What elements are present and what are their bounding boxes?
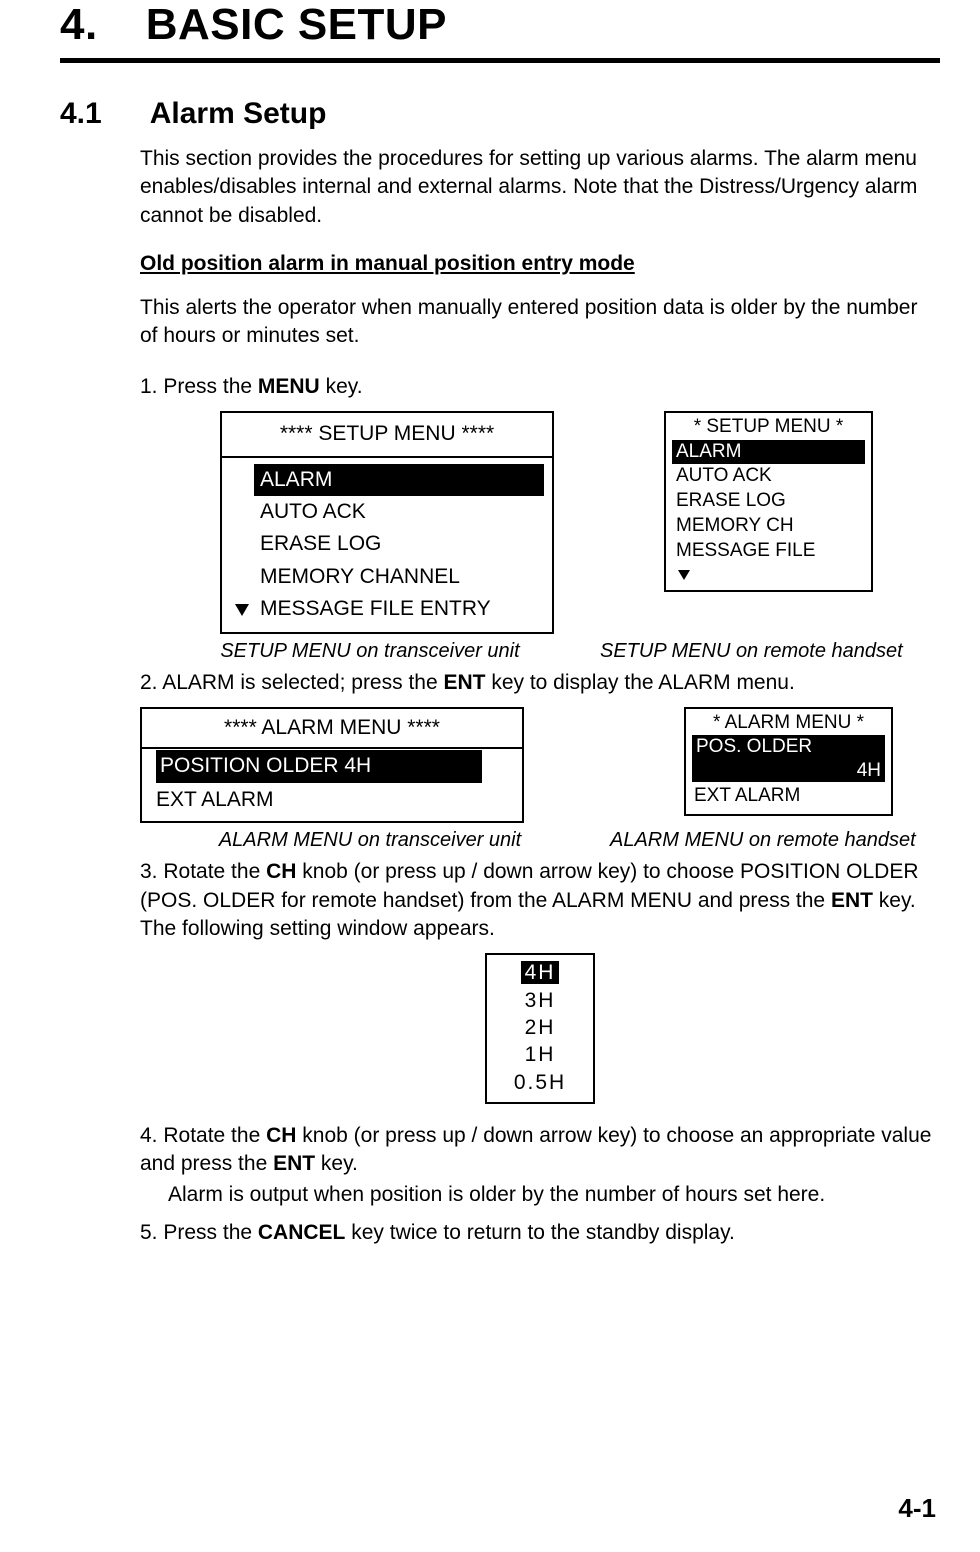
alarm-big-ext-alarm: EXT ALARM [156, 788, 274, 811]
hours-option-2h: 2H [525, 1016, 556, 1039]
step-2-text-c: key to display the ALARM menu. [485, 671, 794, 694]
menu-key-label: MENU [258, 375, 320, 398]
caption-setup-handset: SETUP MENU on remote handset [600, 640, 940, 663]
section-intro: This section provides the procedures for… [140, 145, 940, 230]
setup-big-item-autoack: AUTO ACK [254, 496, 544, 528]
step-4-note: Alarm is output when position is older b… [140, 1181, 940, 1209]
hours-option-3h: 3H [525, 989, 556, 1012]
hours-option-1h: 1H [525, 1043, 556, 1066]
setup-small-item-autoack: AUTO ACK [672, 464, 776, 489]
setup-big-item-eraselog: ERASE LOG [254, 528, 544, 560]
alarm-small-ext-alarm: EXT ALARM [686, 784, 891, 808]
step-4-text-a: 4. Rotate the [140, 1124, 266, 1147]
ent-key-label: ENT [443, 671, 485, 694]
step-5-text-c: key twice to return to the standby displ… [345, 1221, 734, 1244]
setup-big-item-memch: MEMORY CHANNEL [254, 561, 544, 593]
step-5-text-a: 5. Press the [140, 1221, 258, 1244]
ent-key-label-3: ENT [273, 1152, 315, 1175]
scroll-down-icon [235, 604, 249, 616]
step-1-text-a: 1. Press the [140, 375, 258, 398]
chapter-title: BASIC SETUP [146, 0, 447, 50]
section-title: Alarm Setup [150, 97, 327, 131]
setup-menu-handset-screen: * SETUP MENU * ALARM AUTO ACK ERASE LOG … [664, 411, 873, 592]
hours-option-0-5h: 0.5H [514, 1071, 566, 1094]
alarm-menu-transceiver-screen: **** ALARM MENU **** POSITION OLDER 4H E… [140, 707, 524, 823]
setup-big-item-alarm: ALARM [254, 464, 544, 496]
hours-option-4h: 4H [521, 961, 560, 984]
step-3: 3. Rotate the CH knob (or press up / dow… [140, 858, 940, 943]
setup-big-item-msgfile: MESSAGE FILE ENTRY [254, 593, 544, 625]
ent-key-label-2: ENT [831, 889, 873, 912]
caption-alarm-handset: ALARM MENU on remote handset [610, 829, 940, 852]
alarm-small-pos-older: POS. OLDER [696, 735, 881, 759]
chapter-rule [60, 58, 940, 63]
alarm-small-header: * ALARM MENU * [686, 711, 891, 735]
step-4: 4. Rotate the CH knob (or press up / dow… [140, 1122, 940, 1179]
setup-small-item-eraselog: ERASE LOG [672, 489, 790, 514]
alarm-small-pos-older-value: 4H [696, 759, 881, 783]
setup-small-item-memch: MEMORY CH [672, 514, 798, 539]
hours-selector-screen: 4H 3H 2H 1H 0.5H [485, 953, 595, 1103]
alarm-big-header: **** ALARM MENU **** [142, 709, 522, 747]
alarm-menu-handset-screen: * ALARM MENU * POS. OLDER 4H EXT ALARM [684, 707, 893, 816]
setup-menu-big-header: **** SETUP MENU **** [222, 413, 552, 455]
setup-small-item-alarm: ALARM [672, 440, 865, 465]
section-number: 4.1 [60, 97, 102, 131]
chapter-number: 4. [60, 0, 98, 50]
subsection-body: This alerts the operator when manually e… [140, 294, 940, 351]
page-number: 4-1 [898, 1493, 936, 1524]
caption-alarm-transceiver: ALARM MENU on transceiver unit [170, 829, 570, 852]
setup-small-header: * SETUP MENU * [666, 415, 871, 440]
setup-menu-transceiver-screen: **** SETUP MENU **** ALARM AUTO ACK ERAS… [220, 411, 554, 634]
step-1-text-c: key. [320, 375, 363, 398]
cancel-key-label: CANCEL [258, 1221, 346, 1244]
setup-small-item-msgfile: MESSAGE FILE [672, 539, 819, 564]
alarm-big-position-older: POSITION OLDER 4H [156, 750, 482, 782]
subsection-heading: Old position alarm in manual position en… [140, 252, 940, 276]
step-5: 5. Press the CANCEL key twice to return … [140, 1219, 940, 1247]
scroll-down-icon [678, 570, 690, 580]
step-2-text-a: 2. ALARM is selected; press the [140, 671, 443, 694]
ch-knob-label: CH [266, 860, 296, 883]
step-3-text-a: 3. Rotate the [140, 860, 266, 883]
step-1: 1. Press the MENU key. [140, 373, 940, 401]
ch-knob-label-2: CH [266, 1124, 296, 1147]
caption-setup-transceiver: SETUP MENU on transceiver unit [180, 640, 560, 663]
step-2: 2. ALARM is selected; press the ENT key … [140, 669, 940, 697]
step-4-text-e: key. [315, 1152, 358, 1175]
